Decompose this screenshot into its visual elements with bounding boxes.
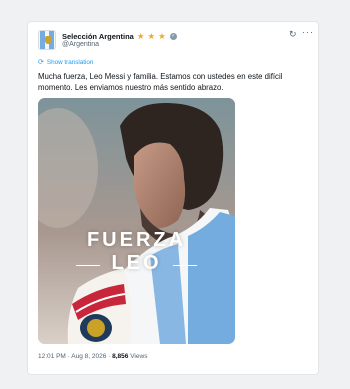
show-translation-label: Show translation bbox=[46, 58, 94, 66]
views-count: 8,856 bbox=[112, 353, 129, 360]
verified-badge-icon: ✓ bbox=[169, 32, 177, 40]
show-translation-link[interactable]: ⟳ Show translation bbox=[38, 58, 94, 67]
star-icon: ★ bbox=[136, 31, 145, 41]
tweet-date[interactable]: Aug 8, 2026 bbox=[71, 353, 106, 360]
tweet-media-image[interactable]: FUERZA LEO bbox=[38, 98, 235, 344]
image-headline-line1: FUERZA bbox=[86, 229, 187, 251]
account-avatar[interactable] bbox=[38, 30, 56, 50]
account-handle[interactable]: @Argentina bbox=[62, 41, 99, 48]
image-headline-line2: LEO bbox=[111, 252, 162, 274]
views-label: Views bbox=[130, 353, 148, 360]
translate-icon: ⟳ bbox=[38, 59, 44, 66]
tweet-meta: 12:01 PM · Aug 8, 2026 · 8,856 Views bbox=[38, 353, 148, 360]
tweet-card: Selección Argentina ★ ★ ★ ✓ @Argentina ↻… bbox=[27, 21, 319, 375]
account-name[interactable]: Selección Argentina bbox=[62, 32, 134, 41]
player-photo-illustration bbox=[38, 98, 235, 344]
star-icon: ★ bbox=[158, 31, 166, 41]
tweet-text: Mucha fuerza, Leo Messi y familia. Estam… bbox=[38, 72, 283, 92]
more-options-icon[interactable]: ··· bbox=[302, 27, 314, 37]
tweet-time[interactable]: 12:01 PM bbox=[38, 353, 66, 360]
star-icon: ★ bbox=[147, 31, 156, 41]
headline-divider bbox=[173, 265, 197, 266]
refresh-icon[interactable]: ↻ bbox=[289, 29, 297, 40]
